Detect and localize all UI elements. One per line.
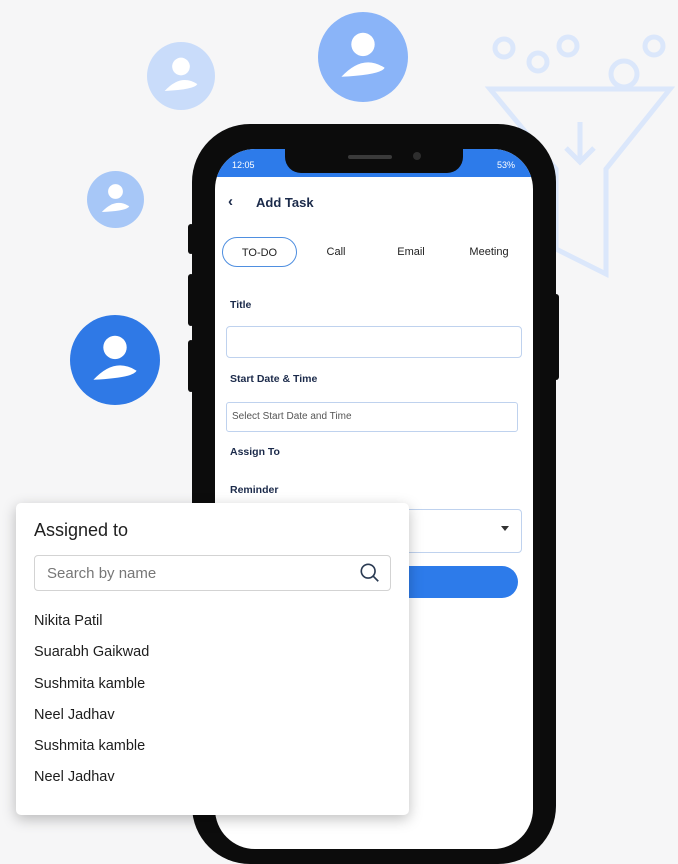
tab-email[interactable]: Email <box>385 237 437 267</box>
start-date-picker[interactable]: Select Start Date and Time <box>226 402 518 432</box>
search-field <box>34 555 391 591</box>
phone-side-button <box>188 340 194 392</box>
start-date-label: Start Date & Time <box>230 373 318 385</box>
assign-to-label: Assign To <box>230 446 280 458</box>
assignee-option[interactable]: Sushmita kamble <box>34 738 145 754</box>
assign-popup: Assigned to Nikita Patil Suarabh Gaikwad… <box>16 503 409 815</box>
status-time: 12:05 <box>232 160 255 170</box>
page-title: Add Task <box>256 195 314 210</box>
assignee-option[interactable]: Neel Jadhav <box>34 707 115 723</box>
camera-icon <box>413 152 421 160</box>
search-input[interactable] <box>35 556 345 590</box>
assignee-option[interactable]: Suarabh Gaikwad <box>34 644 149 660</box>
battery-indicator: 53% <box>496 160 515 170</box>
notch <box>285 149 463 173</box>
chevron-left-icon[interactable]: ‹ <box>228 193 233 210</box>
user-avatar-icon <box>87 171 144 228</box>
assignee-option[interactable]: Neel Jadhav <box>34 769 115 785</box>
chevron-down-icon <box>501 526 509 531</box>
user-avatar-icon <box>318 12 408 102</box>
reminder-label: Reminder <box>230 484 279 496</box>
assignee-option[interactable]: Sushmita kamble <box>34 676 145 692</box>
tab-call[interactable]: Call <box>315 237 357 267</box>
phone-power-button <box>553 294 559 380</box>
speaker-grille <box>348 155 392 159</box>
user-avatar-icon <box>147 42 215 110</box>
title-label: Title <box>230 299 252 311</box>
assignee-option[interactable]: Nikita Patil <box>34 613 103 629</box>
title-input[interactable] <box>226 326 522 358</box>
popup-title: Assigned to <box>34 520 129 540</box>
search-icon[interactable] <box>359 562 381 584</box>
tab-meeting[interactable]: Meeting <box>458 237 520 267</box>
tab-todo[interactable]: TO-DO <box>222 237 297 267</box>
phone-side-button <box>188 274 194 326</box>
user-avatar-icon <box>70 315 160 405</box>
phone-side-button <box>188 224 194 254</box>
